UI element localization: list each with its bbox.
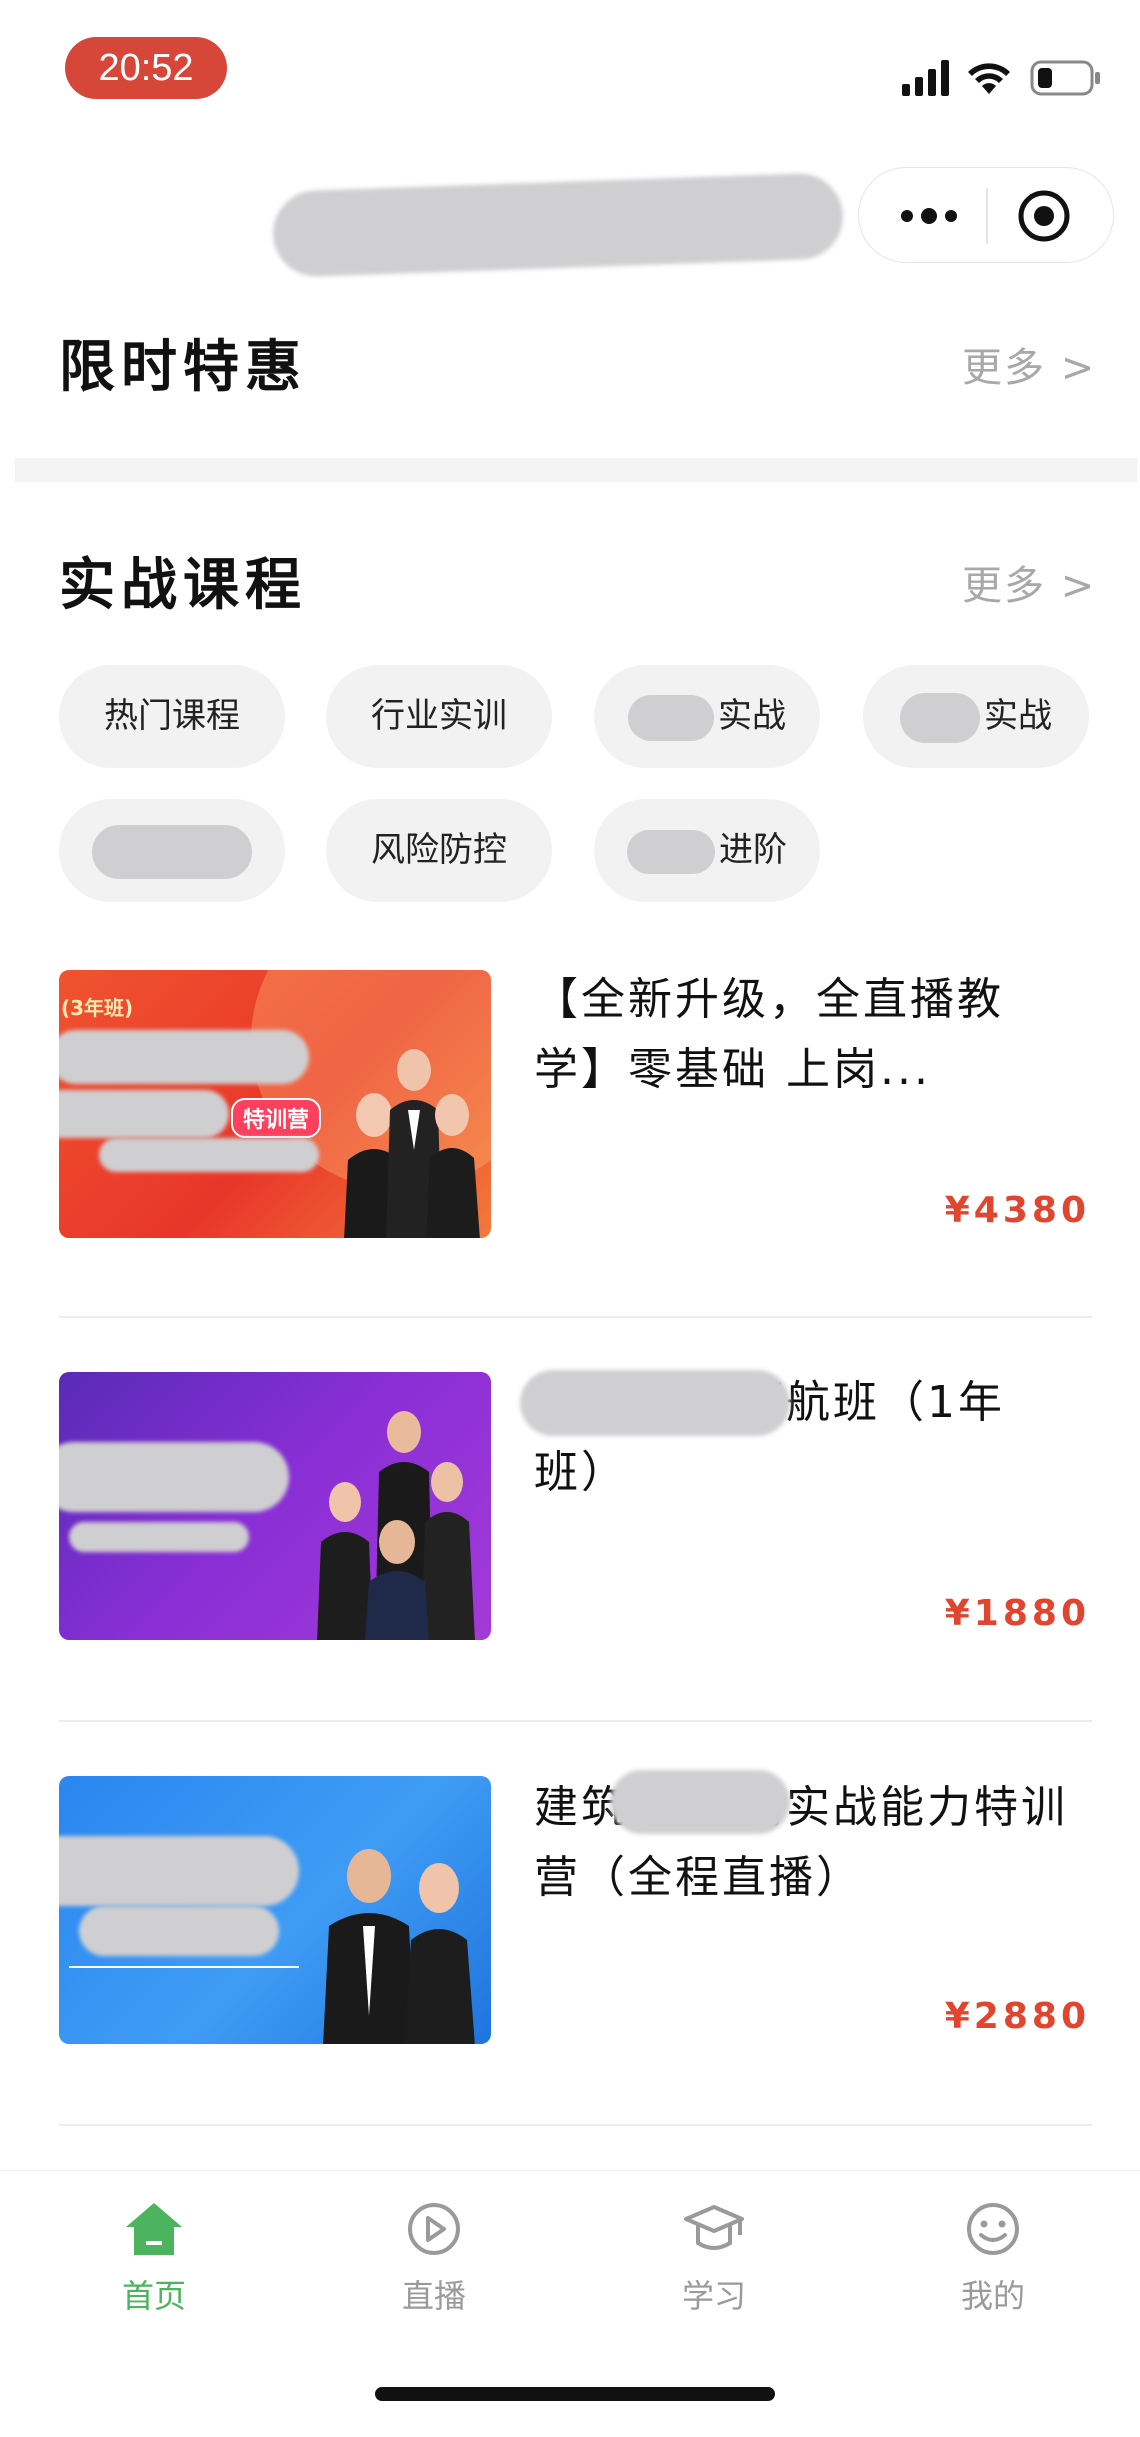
thumbnail-badge: 特训营 xyxy=(231,1098,322,1138)
cellular-signal-icon xyxy=(902,60,954,100)
redacted-title-text xyxy=(610,1770,790,1834)
home-indicator[interactable] xyxy=(375,2387,775,2401)
category-chip[interactable] xyxy=(59,799,285,902)
category-chip[interactable]: 实战 xyxy=(594,665,820,768)
play-circle-icon xyxy=(334,2201,534,2261)
more-link-courses[interactable]: 更多 > xyxy=(962,553,1096,611)
redacted-text xyxy=(628,694,714,741)
list-separator xyxy=(59,1316,1092,1318)
instructor-photo xyxy=(309,1836,489,2044)
redacted-text xyxy=(92,824,252,879)
list-separator xyxy=(59,1720,1092,1722)
redacted-thumbnail-text xyxy=(59,1090,229,1138)
home-icon xyxy=(54,2201,254,2261)
instructor-photo xyxy=(309,1392,489,1640)
redacted-thumbnail-text xyxy=(79,1906,279,1956)
course-price: ¥2880 xyxy=(944,1996,1090,2037)
list-separator xyxy=(59,2124,1092,2126)
target-circle-icon[interactable] xyxy=(1016,188,1072,244)
course-price: ¥1880 xyxy=(944,1593,1090,1634)
redacted-thumbnail-text xyxy=(59,1836,299,1906)
category-chip[interactable]: 热门课程 xyxy=(59,665,285,768)
redacted-title-text xyxy=(520,1370,790,1436)
redacted-thumbnail-text xyxy=(99,1138,319,1172)
section-title-courses: 实战课程 xyxy=(59,553,307,618)
section-title-limited-offer: 限时特惠 xyxy=(59,335,307,400)
more-dots-icon[interactable] xyxy=(889,196,969,236)
more-link-limited-offer[interactable]: 更多 > xyxy=(962,335,1096,393)
redacted-text xyxy=(900,692,980,743)
smiley-face-icon xyxy=(893,2201,1093,2261)
wifi-icon xyxy=(965,58,1013,100)
course-thumbnail[interactable] xyxy=(59,1372,491,1640)
thumbnail-tag: (3年班) xyxy=(61,996,134,1020)
category-chip[interactable]: 进阶 xyxy=(594,799,820,902)
category-chip[interactable]: 风险防控 xyxy=(326,799,552,902)
course-thumbnail[interactable] xyxy=(59,1776,491,2044)
category-chip[interactable]: 行业实训 xyxy=(326,665,552,768)
tab-label: 首页 xyxy=(121,2277,186,2315)
tab-live[interactable]: 直播 xyxy=(334,2201,534,2317)
instructor-photo xyxy=(334,1040,484,1238)
battery-icon xyxy=(1030,60,1102,100)
redacted-title xyxy=(271,172,845,278)
redacted-thumbnail-text xyxy=(59,1442,289,1512)
tab-home[interactable]: 首页 xyxy=(54,2201,254,2317)
redacted-text xyxy=(627,829,715,874)
thumbnail-underline xyxy=(69,1966,299,1968)
redacted-thumbnail-text xyxy=(59,1030,309,1084)
graduation-cap-icon xyxy=(614,2201,814,2261)
course-price: ¥4380 xyxy=(944,1190,1090,1231)
course-thumbnail[interactable]: (3年班) 特训营 xyxy=(59,970,491,1238)
tab-study[interactable]: 学习 xyxy=(614,2201,814,2317)
tab-label: 直播 xyxy=(401,2277,466,2315)
course-title[interactable]: 【全新升级，全直播教学】零基础 上岗... xyxy=(534,965,1074,1105)
section-divider xyxy=(15,458,1137,482)
category-chip[interactable]: 实战 xyxy=(863,665,1089,768)
capsule-divider xyxy=(986,188,988,244)
redacted-thumbnail-text xyxy=(69,1522,249,1552)
tab-label: 我的 xyxy=(960,2277,1025,2315)
tab-label: 学习 xyxy=(681,2277,746,2315)
miniprogram-capsule xyxy=(858,167,1114,263)
status-time: 20:52 xyxy=(65,37,227,99)
tab-mine[interactable]: 我的 xyxy=(893,2201,1093,2317)
